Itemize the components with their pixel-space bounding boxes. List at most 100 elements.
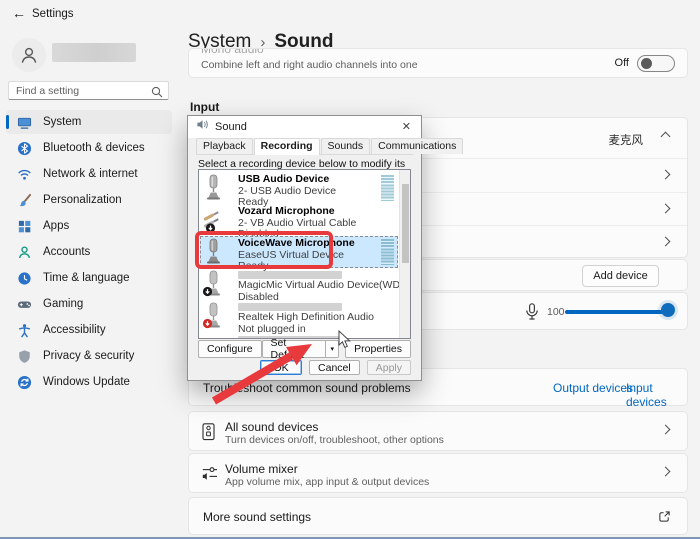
tab-recording[interactable]: Recording xyxy=(254,138,320,155)
volume-slider[interactable] xyxy=(565,310,673,314)
sound-dialog-titlebar[interactable]: Sound ✕ xyxy=(188,116,421,138)
apply-button[interactable]: Apply xyxy=(367,360,411,375)
sidebar-item-time-language[interactable]: Time & language xyxy=(6,266,172,290)
selected-indicator xyxy=(6,115,9,129)
all-sound-devices-card[interactable]: All sound devices Turn devices on/off, t… xyxy=(188,411,688,451)
troubleshoot-label: Troubleshoot common sound problems xyxy=(203,381,411,395)
mixer-icon xyxy=(202,465,218,486)
sidebar-item-label: Bluetooth & devices xyxy=(43,142,145,154)
chevron-right-icon xyxy=(661,203,671,213)
device-name: Vozard Microphone xyxy=(238,207,378,217)
update-arrows-icon xyxy=(16,374,32,390)
shield-icon xyxy=(16,348,32,364)
input-device-name: 麦克风 xyxy=(609,132,644,148)
sidebar-item-system[interactable]: System xyxy=(6,110,172,134)
sidebar-item-accounts[interactable]: Accounts xyxy=(6,240,172,264)
more-sound-settings-label: More sound settings xyxy=(203,510,311,524)
search-icon[interactable] xyxy=(151,85,163,103)
device-name-redacted xyxy=(238,271,342,279)
sidebar-item-label: Privacy & security xyxy=(43,350,134,362)
list-scrollbar[interactable] xyxy=(399,170,410,338)
all-sound-devices-subtitle: Turn devices on/off, troubleshoot, other… xyxy=(225,434,444,446)
window-title: Settings xyxy=(32,8,74,20)
external-link-icon xyxy=(658,510,671,528)
device-row-usb-audio[interactable]: USB Audio Device 2- USB Audio Device Rea… xyxy=(200,172,398,204)
toggle-knob xyxy=(641,58,652,69)
microphone-device-icon xyxy=(202,174,224,206)
device-row-magicmic[interactable]: MagicMic Virtual Audio Device(WDM) Disab… xyxy=(200,268,398,300)
volume-slider-handle[interactable] xyxy=(661,303,675,317)
sidebar-item-label: Windows Update xyxy=(43,376,130,388)
search-box[interactable] xyxy=(8,81,169,100)
gamepad-icon xyxy=(16,296,32,312)
mono-audio-toggle-label: Off xyxy=(615,57,629,69)
close-icon[interactable]: ✕ xyxy=(402,120,411,133)
sound-dialog-title: Sound xyxy=(215,121,247,133)
volume-mixer-card[interactable]: Volume mixer App volume mix, app input &… xyxy=(188,453,688,493)
sidebar-item-label: Network & internet xyxy=(43,168,138,180)
sidebar-item-apps[interactable]: Apps xyxy=(6,214,172,238)
sidebar-item-label: Time & language xyxy=(43,272,130,284)
monitor-icon xyxy=(16,114,32,130)
tab-communications[interactable]: Communications xyxy=(371,138,463,154)
avatar[interactable] xyxy=(12,38,46,72)
volume-mixer-title: Volume mixer xyxy=(225,462,298,476)
person-avatar-icon xyxy=(19,45,39,65)
scrollbar-thumb[interactable] xyxy=(402,184,409,263)
apps-grid-icon xyxy=(16,218,32,234)
sidebar-item-label: Accounts xyxy=(43,246,90,258)
sidebar-item-windows-update[interactable]: Windows Update xyxy=(6,370,172,394)
device-description: MagicMic Virtual Audio Device(WDM) xyxy=(238,281,378,291)
clock-icon xyxy=(16,270,32,286)
sidebar-item-network-internet[interactable]: Network & internet xyxy=(6,162,172,186)
user-name-redacted xyxy=(52,43,136,62)
add-device-button[interactable]: Add device xyxy=(582,265,659,287)
sound-devices-icon xyxy=(202,423,215,446)
volume-mixer-subtitle: App volume mix, app input & output devic… xyxy=(225,476,429,488)
all-sound-devices-title: All sound devices xyxy=(225,420,318,434)
person-icon xyxy=(16,244,32,260)
volume-value: 100 xyxy=(547,306,565,318)
sidebar-item-personalization[interactable]: Personalization xyxy=(6,188,172,212)
chevron-right-icon xyxy=(661,236,671,246)
device-name: USB Audio Device xyxy=(238,175,378,185)
dialog-footer-buttons: OK Cancel Apply xyxy=(188,355,421,380)
level-meter xyxy=(381,175,394,201)
microphone-disabled-icon xyxy=(202,270,224,302)
search-input[interactable] xyxy=(16,83,146,98)
mono-audio-title: Mono audio xyxy=(201,48,264,56)
chevron-right-icon xyxy=(661,467,671,477)
level-meter xyxy=(381,239,394,265)
input-devices-link[interactable]: Input devices xyxy=(626,381,687,409)
chevron-right-icon xyxy=(661,169,671,179)
device-name-redacted xyxy=(238,303,342,311)
back-icon[interactable]: ← xyxy=(12,5,26,21)
sound-dialog-tabs: Playback Recording Sounds Communications xyxy=(196,140,413,155)
sidebar-item-label: System xyxy=(43,116,81,128)
microphone-unplugged-icon xyxy=(202,302,224,334)
tab-sounds[interactable]: Sounds xyxy=(321,138,371,154)
more-sound-settings-card[interactable]: More sound settings xyxy=(188,497,688,535)
ok-button[interactable]: OK xyxy=(260,360,302,375)
output-devices-link[interactable]: Output devices xyxy=(553,381,633,395)
sidebar-item-gaming[interactable]: Gaming xyxy=(6,292,172,316)
mono-audio-card: Mono audio Combine left and right audio … xyxy=(188,48,688,78)
sidebar-item-privacy-security[interactable]: Privacy & security xyxy=(6,344,172,368)
chevron-up-icon[interactable] xyxy=(661,132,671,142)
cancel-button[interactable]: Cancel xyxy=(309,360,360,375)
device-description: Realtek High Definition Audio xyxy=(238,313,378,323)
sidebar-item-bluetooth-devices[interactable]: Bluetooth & devices xyxy=(6,136,172,160)
device-description: 2- USB Audio Device xyxy=(238,187,378,197)
annotation-highlight-rectangle xyxy=(195,231,333,269)
sidebar-item-label: Accessibility xyxy=(43,324,106,336)
device-row-realtek[interactable]: Realtek High Definition Audio Not plugge… xyxy=(200,300,398,332)
mono-audio-subtitle: Combine left and right audio channels in… xyxy=(201,59,418,71)
bluetooth-icon xyxy=(16,140,32,156)
sidebar-item-accessibility[interactable]: Accessibility xyxy=(6,318,172,342)
microphone-icon xyxy=(525,303,539,326)
speaker-icon xyxy=(196,118,209,136)
wifi-icon xyxy=(16,166,32,182)
accessibility-person-icon xyxy=(16,322,32,338)
tab-playback[interactable]: Playback xyxy=(196,138,253,154)
mono-audio-toggle[interactable] xyxy=(637,55,675,72)
